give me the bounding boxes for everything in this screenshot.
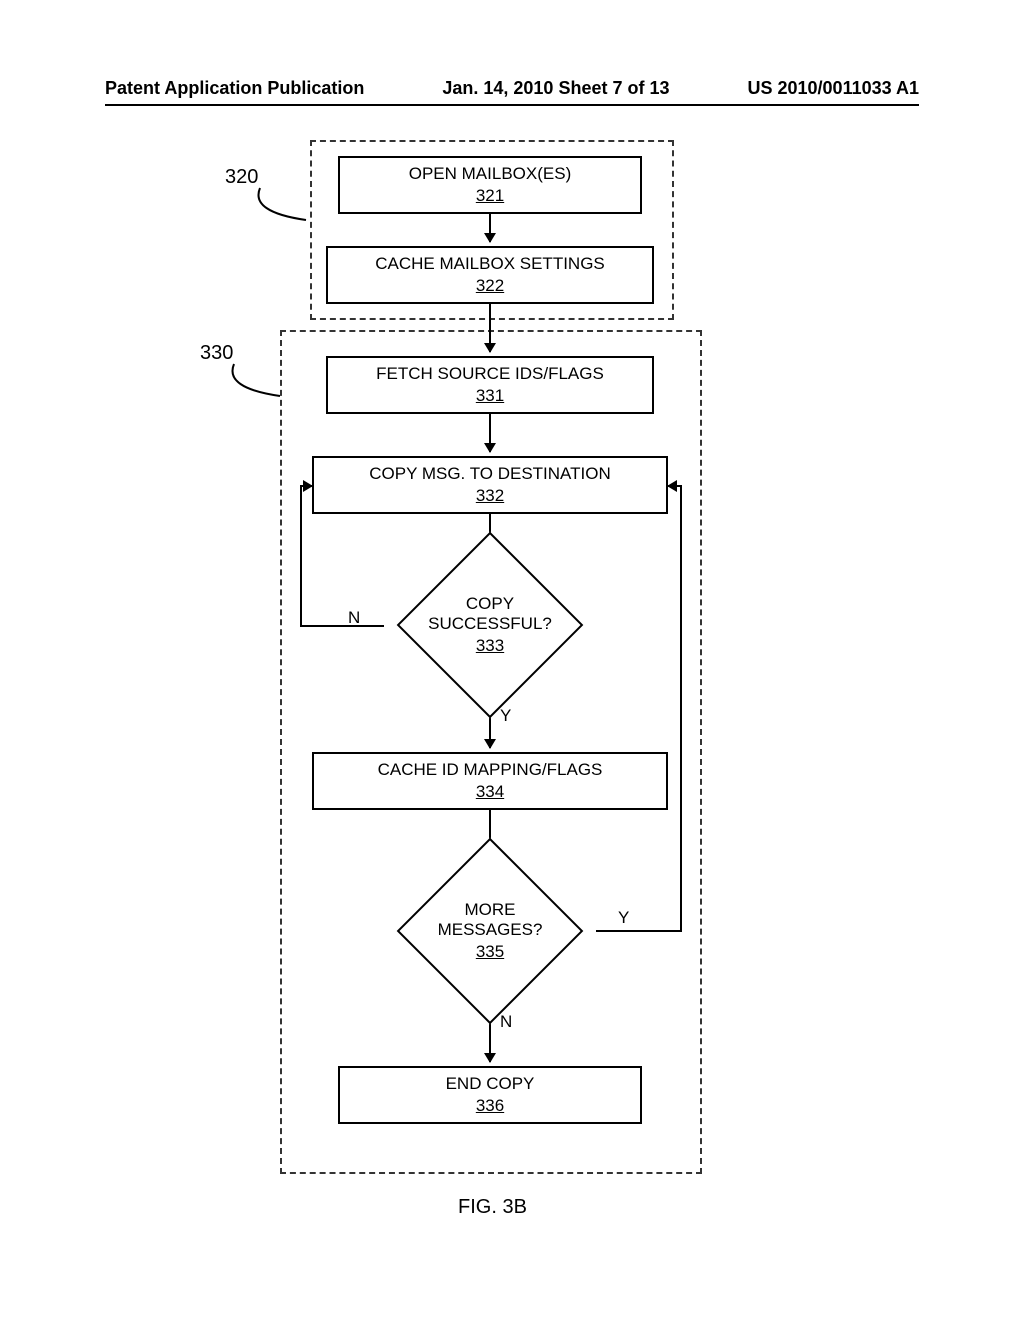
step-322-title: CACHE MAILBOX SETTINGS: [375, 254, 605, 274]
header-left: Patent Application Publication: [105, 78, 364, 99]
ref-label-320: 320: [225, 166, 258, 189]
label-335-n: N: [500, 1012, 512, 1032]
step-cache-mailbox-settings: CACHE MAILBOX SETTINGS 322: [326, 246, 654, 304]
label-333-y: Y: [500, 706, 511, 726]
step-335-num: 335: [476, 942, 504, 962]
step-335-title-l1: MORE: [465, 900, 516, 920]
header-center: Jan. 14, 2010 Sheet 7 of 13: [442, 78, 669, 99]
seg-335y-h1: [596, 930, 682, 932]
decision-more-messages: MORE MESSAGES? 335: [380, 856, 600, 1006]
leader-320: [248, 186, 318, 226]
step-334-title: CACHE ID MAPPING/FLAGS: [378, 760, 603, 780]
label-335-y: Y: [618, 908, 629, 928]
step-333-num: 333: [476, 636, 504, 656]
leader-330: [222, 362, 292, 402]
step-321-title: OPEN MAILBOX(ES): [409, 164, 571, 184]
page-header: Patent Application Publication Jan. 14, …: [105, 78, 919, 99]
step-336-title: END COPY: [446, 1074, 535, 1094]
step-322-num: 322: [476, 276, 504, 296]
step-cache-id-mapping: CACHE ID MAPPING/FLAGS 334: [312, 752, 668, 810]
seg-335y-v: [680, 485, 682, 932]
step-335-title-l2: MESSAGES?: [438, 920, 543, 940]
step-open-mailboxes: OPEN MAILBOX(ES) 321: [338, 156, 642, 214]
arrow-333n-into-332: [300, 485, 312, 487]
step-332-num: 332: [476, 486, 504, 506]
header-right: US 2010/0011033 A1: [748, 78, 919, 99]
label-333-n: N: [348, 608, 360, 628]
patent-page: Patent Application Publication Jan. 14, …: [0, 0, 1024, 1320]
step-fetch-source-ids: FETCH SOURCE IDS/FLAGS 331: [326, 356, 654, 414]
step-331-title: FETCH SOURCE IDS/FLAGS: [376, 364, 604, 384]
seg-333n-v: [300, 485, 302, 627]
figure-caption: FIG. 3B: [458, 1196, 527, 1219]
arrow-322-331: [489, 304, 491, 352]
ref-label-330: 330: [200, 342, 233, 365]
step-332-title: COPY MSG. TO DESTINATION: [369, 464, 611, 484]
step-334-num: 334: [476, 782, 504, 802]
step-331-num: 331: [476, 386, 504, 406]
flowchart-diagram: 320 330 OPEN MAILBOX(ES) 321 CACHE MAILB…: [0, 130, 1024, 1250]
step-321-num: 321: [476, 186, 504, 206]
decision-copy-successful: COPY SUCCESSFUL? 333: [380, 550, 600, 700]
arrow-321-322: [489, 214, 491, 242]
step-copy-msg-to-destination: COPY MSG. TO DESTINATION 332: [312, 456, 668, 514]
arrow-335y-into-332: [668, 485, 682, 487]
step-end-copy: END COPY 336: [338, 1066, 642, 1124]
header-rule: [105, 104, 919, 106]
step-333-title-l1: COPY: [466, 594, 514, 614]
step-336-num: 336: [476, 1096, 504, 1116]
arrow-331-332: [489, 414, 491, 452]
step-333-title-l2: SUCCESSFUL?: [428, 614, 552, 634]
seg-333n-h1: [300, 625, 384, 627]
